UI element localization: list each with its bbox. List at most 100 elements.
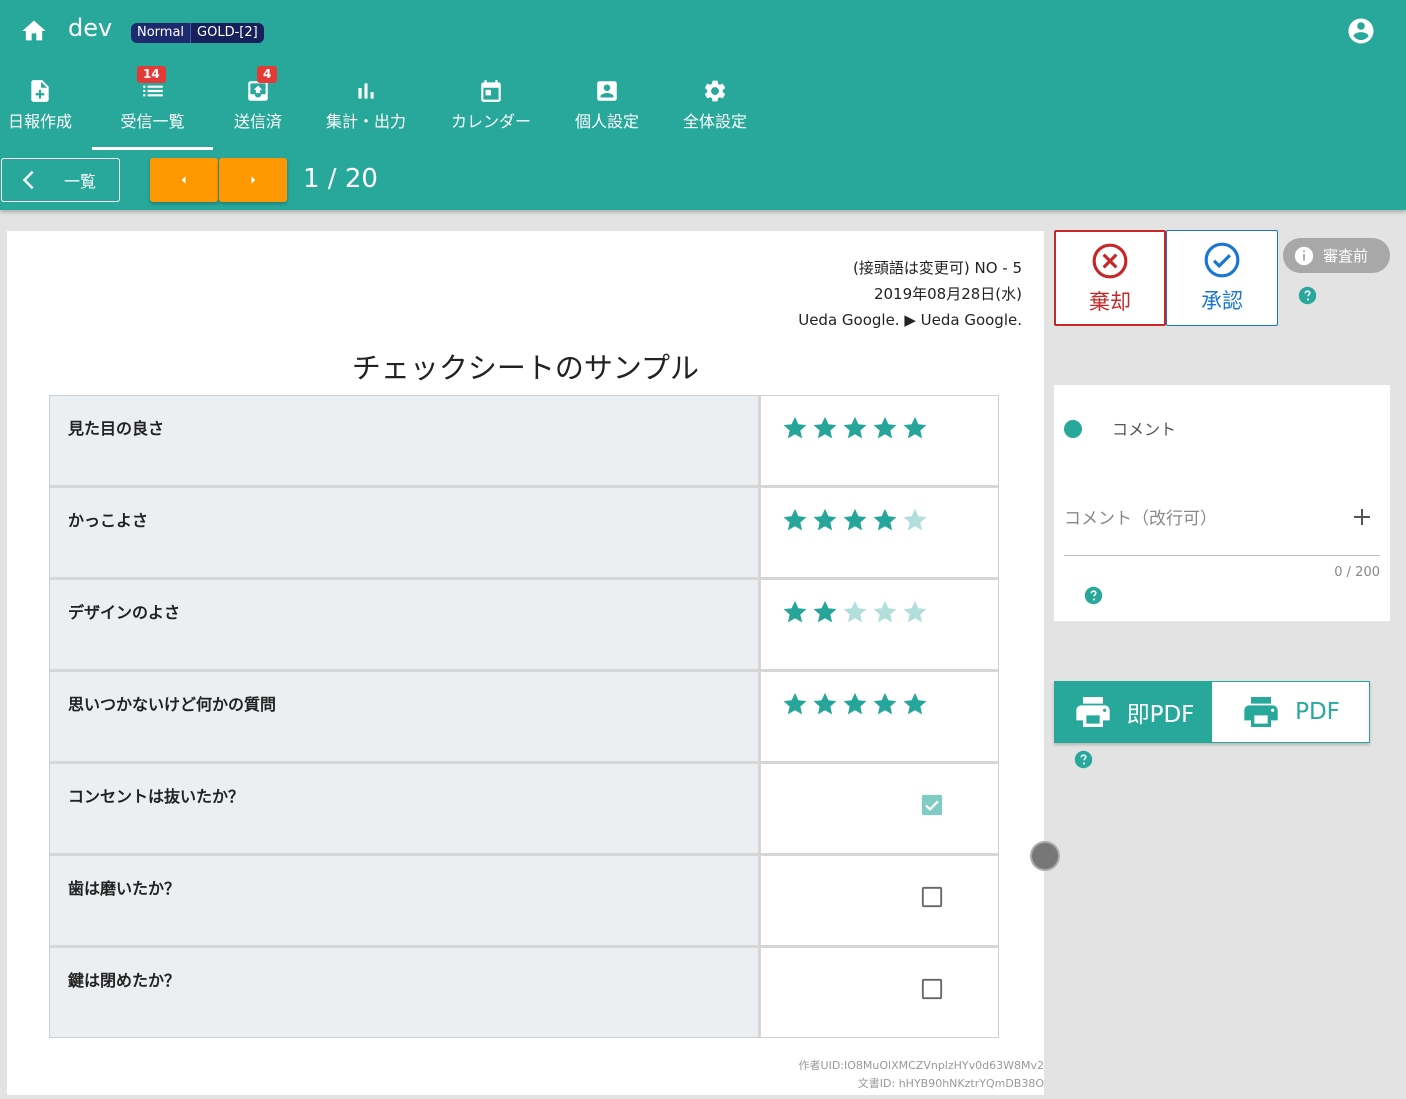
nav-sent[interactable]: 送信済 4 xyxy=(213,66,303,150)
checkbox-empty-icon[interactable] xyxy=(921,886,943,908)
back-to-list-button[interactable]: 一覧 xyxy=(1,158,120,202)
comment-card: コメント 0 / 200 xyxy=(1054,385,1390,621)
scroll-handle[interactable] xyxy=(1032,843,1058,869)
reject-label: 棄却 xyxy=(1089,290,1131,314)
nav-label: 日報作成 xyxy=(7,112,72,131)
star-filled-icon[interactable] xyxy=(841,690,869,718)
star-filled-icon[interactable] xyxy=(901,690,929,718)
next-page-button[interactable] xyxy=(219,158,287,202)
plan-label: Normal xyxy=(137,25,185,40)
nav-personal-settings[interactable]: 個人設定 xyxy=(553,70,661,150)
sent-count-badge: 4 xyxy=(257,66,278,83)
main-nav: 日報作成 受信一覧 14 送信済 4 集計・出力 カレンダー 個人設定 全体設定 xyxy=(0,66,769,150)
nav-calendar[interactable]: カレンダー xyxy=(429,70,553,150)
bar-chart-icon xyxy=(358,83,374,99)
add-comment-icon[interactable] xyxy=(1350,505,1374,529)
info-icon xyxy=(1294,246,1314,265)
answer-cell xyxy=(761,488,998,577)
checksheet-row: かっこよさ xyxy=(50,488,998,580)
question-label: 歯は磨いたか？ xyxy=(50,856,761,945)
report-number: (接頭語は変更可) NO - 5 xyxy=(853,259,1022,277)
level-label: GOLD-[2] xyxy=(190,23,264,43)
check-circle-icon xyxy=(1204,242,1240,278)
report-meta: (接頭語は変更可) NO - 5 2019年08月28日(水) Ueda Goo… xyxy=(798,255,1022,333)
nav-stats[interactable]: 集計・出力 xyxy=(303,70,429,150)
nav-label: 受信一覧 xyxy=(120,112,185,131)
star-filled-icon[interactable] xyxy=(781,414,809,442)
answer-cell xyxy=(761,672,998,761)
person-icon xyxy=(597,81,617,101)
pdf-button[interactable]: PDF xyxy=(1212,682,1369,742)
account-circle-icon[interactable] xyxy=(1346,16,1376,46)
star-filled-icon[interactable] xyxy=(871,506,899,534)
star-empty-icon[interactable] xyxy=(841,598,869,626)
star-empty-icon[interactable] xyxy=(871,598,899,626)
nav-global-settings[interactable]: 全体設定 xyxy=(661,70,769,150)
reject-button[interactable]: 棄却 xyxy=(1054,230,1166,326)
question-label: 見た目の良さ xyxy=(50,396,761,485)
review-status-label: 審査前 xyxy=(1323,247,1369,265)
checksheet-row: デザインのよさ xyxy=(50,580,998,672)
star-rating[interactable] xyxy=(781,598,931,626)
help-icon[interactable] xyxy=(1298,286,1317,305)
star-filled-icon[interactable] xyxy=(811,598,839,626)
question-label: 鍵は閉めたか？ xyxy=(50,948,761,1037)
nav-label: 送信済 xyxy=(233,112,282,131)
note-add-icon xyxy=(31,80,49,102)
checksheet-row: 思いつかないけど何かの質問 xyxy=(50,672,998,764)
cancel-circle-icon xyxy=(1092,243,1128,279)
star-rating[interactable] xyxy=(781,414,931,442)
checksheet-row: コンセントは抜いたか？ xyxy=(50,764,998,856)
page-indicator: 1 / 20 xyxy=(303,164,378,194)
printer-icon xyxy=(1075,697,1110,727)
help-icon[interactable] xyxy=(1074,750,1093,769)
comment-heading: コメント xyxy=(1112,420,1177,439)
answer-cell xyxy=(761,580,998,669)
approve-label: 承認 xyxy=(1201,289,1243,313)
chevron-left-icon xyxy=(22,170,34,190)
comment-input[interactable] xyxy=(1064,509,1350,529)
star-filled-icon[interactable] xyxy=(811,414,839,442)
star-filled-icon[interactable] xyxy=(811,690,839,718)
instant-pdf-button[interactable]: 即PDF xyxy=(1055,682,1212,742)
answer-cell xyxy=(761,856,998,945)
checksheet-row: 鍵は閉めたか？ xyxy=(50,948,998,1037)
nav-label: カレンダー xyxy=(450,112,531,131)
help-icon[interactable] xyxy=(1084,586,1103,605)
checksheet-row: 見た目の良さ xyxy=(50,396,998,488)
star-rating[interactable] xyxy=(781,506,931,534)
report-title: チェックシートのサンプル xyxy=(351,351,700,385)
comment-indicator-dot xyxy=(1064,420,1082,438)
star-filled-icon[interactable] xyxy=(781,598,809,626)
checkbox-empty-icon[interactable] xyxy=(921,978,943,1000)
checkbox-checked-icon[interactable] xyxy=(921,794,943,816)
star-filled-icon[interactable] xyxy=(901,414,929,442)
previous-page-button[interactable] xyxy=(150,158,218,202)
report-document: (接頭語は変更可) NO - 5 2019年08月28日(水) Ueda Goo… xyxy=(7,231,1044,1095)
caret-left-icon xyxy=(181,176,186,184)
star-filled-icon[interactable] xyxy=(841,414,869,442)
star-filled-icon[interactable] xyxy=(811,506,839,534)
answer-cell xyxy=(761,764,998,853)
answer-cell xyxy=(761,396,998,485)
question-label: デザインのよさ xyxy=(50,580,761,669)
nav-inbox[interactable]: 受信一覧 14 xyxy=(92,66,213,150)
star-filled-icon[interactable] xyxy=(781,690,809,718)
star-filled-icon[interactable] xyxy=(781,506,809,534)
star-filled-icon[interactable] xyxy=(841,506,869,534)
question-label: コンセントは抜いたか？ xyxy=(50,764,761,853)
star-empty-icon[interactable] xyxy=(901,506,929,534)
document-id: 文書ID: hHYB90hNKztrYQmDB38O xyxy=(857,1077,1044,1090)
answer-cell xyxy=(761,948,998,1037)
review-status-chip: 審査前 xyxy=(1283,238,1390,273)
nav-create-report[interactable]: 日報作成 xyxy=(0,70,80,150)
star-rating[interactable] xyxy=(781,690,931,718)
approve-button[interactable]: 承認 xyxy=(1166,230,1278,326)
home-icon[interactable] xyxy=(20,17,48,45)
checksheet-table: 見た目の良さ かっこよさ デザインのよさ 思いつかないけど何かの質問 コンセントは抜いた… xyxy=(49,395,999,1038)
star-empty-icon[interactable] xyxy=(901,598,929,626)
nav-label: 個人設定 xyxy=(574,112,639,131)
star-filled-icon[interactable] xyxy=(871,414,899,442)
star-filled-icon[interactable] xyxy=(871,690,899,718)
author-uid: 作者UID:IO8MuOlXMCZVnplzHYv0d63W8Mv2 xyxy=(798,1059,1044,1072)
